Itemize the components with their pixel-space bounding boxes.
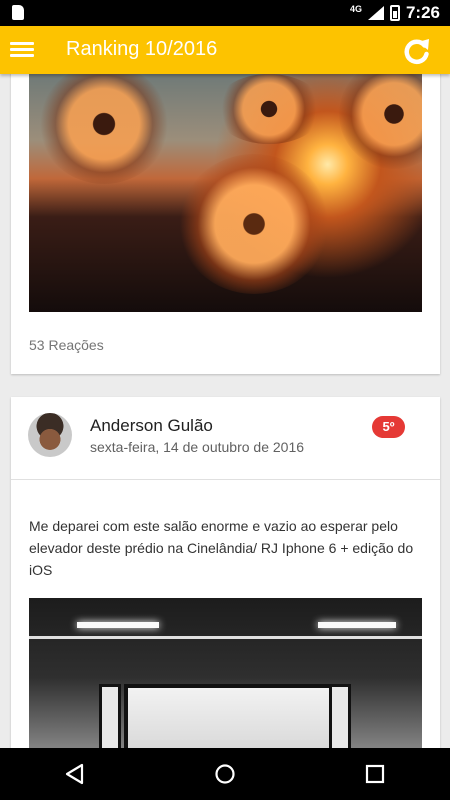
page-title: Ranking 10/2016	[66, 38, 218, 60]
recents-icon[interactable]	[345, 754, 405, 794]
battery-icon	[389, 5, 400, 21]
signal-icon	[367, 6, 384, 20]
post-card: Anderson Gulão sexta-feira, 14 de outubr…	[11, 397, 440, 748]
reactions-count[interactable]: 53 Reações	[29, 337, 104, 353]
home-icon[interactable]	[195, 754, 255, 794]
sd-card-icon	[12, 5, 24, 20]
refresh-icon[interactable]	[402, 36, 432, 66]
back-icon[interactable]	[45, 754, 105, 794]
post-text: Me deparei com este salão enorme e vazio…	[29, 518, 414, 578]
feed[interactable]: 53 Reações Anderson Gulão sexta-feira, 1…	[0, 74, 450, 748]
status-time: 7:26	[405, 3, 440, 22]
network-type: 4G	[349, 4, 362, 14]
author-name[interactable]: Anderson Gulão	[90, 416, 213, 436]
avatar[interactable]	[28, 413, 72, 457]
status-bar: 4G 7:26	[0, 0, 450, 26]
rank-badge: 5º	[372, 416, 405, 438]
post-card: 53 Reações	[11, 74, 440, 374]
navigation-bar	[0, 748, 450, 800]
post-date: sexta-feira, 14 de outubro de 2016	[90, 439, 305, 455]
app-bar: Ranking 10/2016	[0, 26, 450, 74]
post-photo[interactable]	[29, 598, 422, 748]
post-photo[interactable]	[29, 74, 422, 312]
divider	[11, 479, 440, 480]
hamburger-menu-icon[interactable]	[10, 39, 34, 61]
